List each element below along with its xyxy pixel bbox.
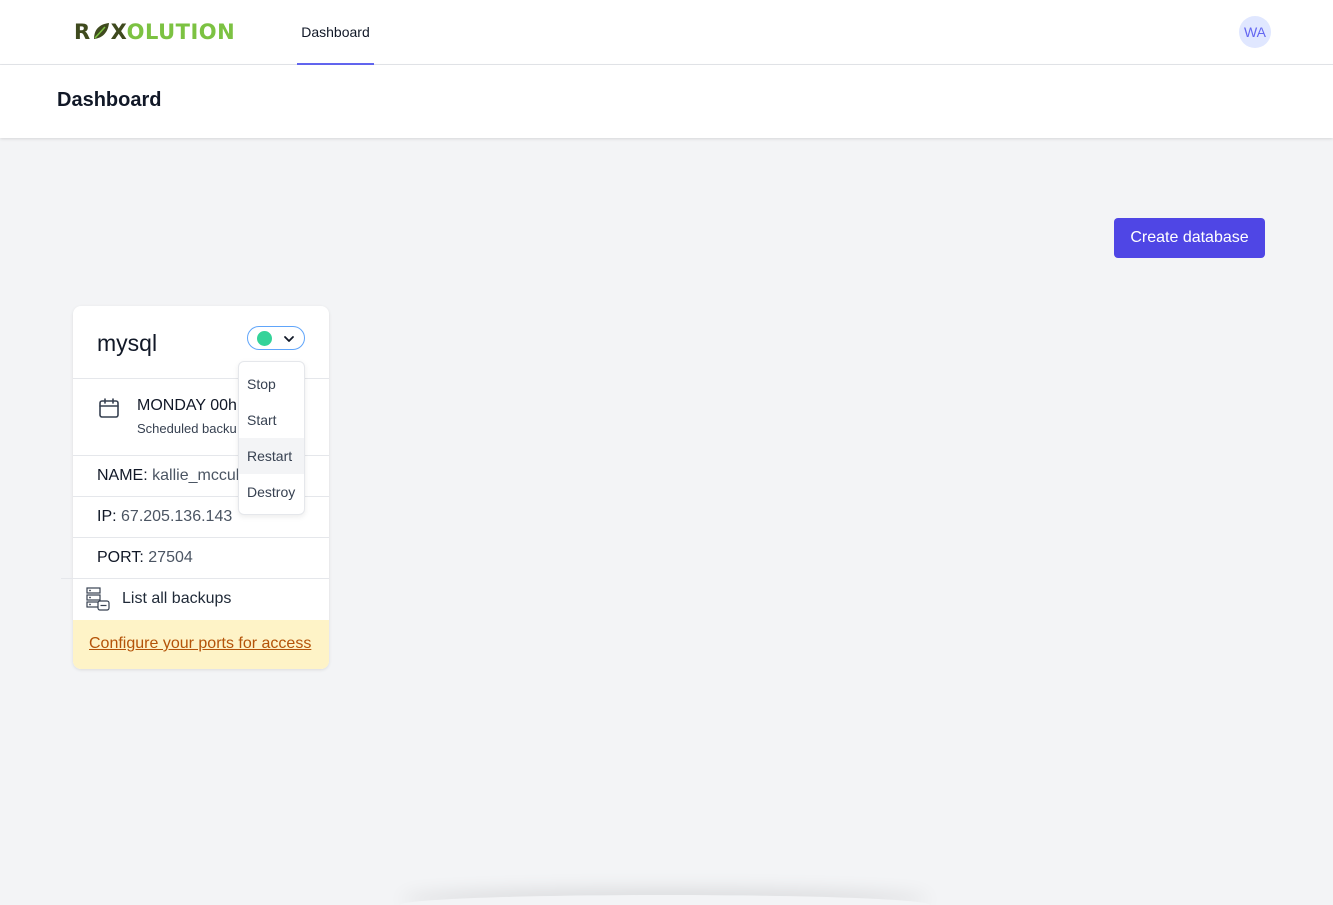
status-dropdown-toggle[interactable]: [247, 326, 305, 350]
ip-value: 67.205.136.143: [121, 508, 233, 525]
page-header: Dashboard: [0, 65, 1333, 138]
user-avatar[interactable]: WA: [1239, 16, 1271, 48]
top-navbar: R XOLUTION Dashboard WA: [0, 0, 1333, 65]
calendar-icon: [99, 398, 119, 418]
menu-item-start[interactable]: Start: [239, 402, 304, 438]
menu-item-restart[interactable]: Restart: [239, 438, 304, 474]
database-title: mysql: [97, 330, 158, 356]
offscreen-panel-shadow: [400, 895, 930, 905]
page-title: Dashboard: [57, 89, 162, 111]
status-indicator: [257, 331, 272, 346]
port-key: PORT:: [97, 549, 144, 566]
name-key: NAME:: [97, 467, 148, 484]
info-row-name: NAME: kallie_mccul: [97, 467, 239, 485]
leaf-icon: [93, 23, 109, 39]
backup-schedule-caption: Scheduled backu: [137, 421, 237, 436]
card-divider: [73, 537, 329, 538]
create-database-button[interactable]: Create database: [1114, 218, 1265, 258]
name-value: kallie_mccul: [152, 467, 240, 484]
brand-logo[interactable]: R XOLUTION: [74, 19, 242, 45]
info-row-port: PORT: 27504: [97, 549, 193, 567]
menu-item-destroy[interactable]: Destroy: [239, 474, 304, 510]
configure-ports-link[interactable]: Configure your ports for access: [89, 635, 311, 653]
info-row-ip: IP: 67.205.136.143: [97, 508, 232, 526]
status-action-menu: Stop Start Restart Destroy: [238, 361, 305, 515]
backup-schedule: MONDAY 00h: [137, 397, 237, 414]
menu-item-stop[interactable]: Stop: [239, 366, 304, 402]
tab-dashboard[interactable]: Dashboard: [297, 0, 374, 65]
list-backups-link[interactable]: List all backups: [122, 590, 231, 608]
ip-key: IP:: [97, 508, 117, 525]
port-value: 27504: [148, 549, 193, 566]
chevron-down-icon: [284, 336, 294, 342]
card-divider: [61, 578, 329, 579]
server-backup-icon: [86, 587, 110, 611]
config-warning-bar: Configure your ports for access: [73, 620, 329, 669]
